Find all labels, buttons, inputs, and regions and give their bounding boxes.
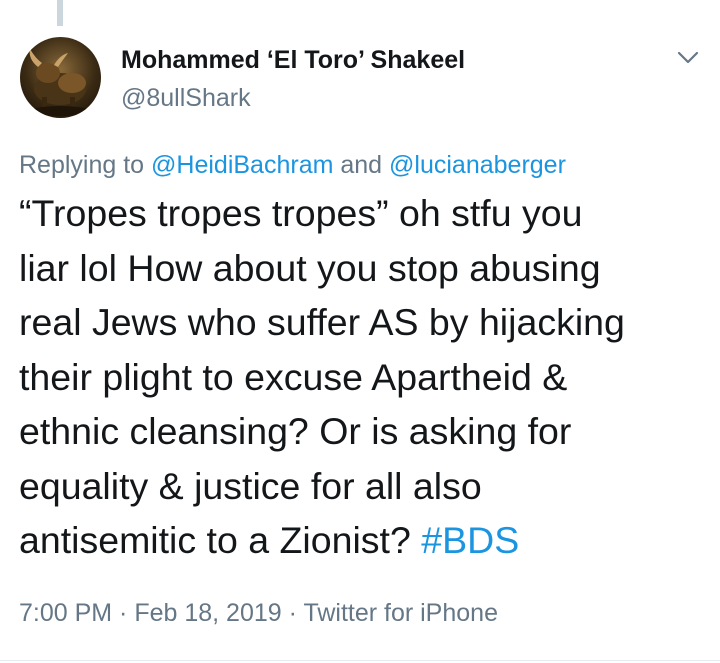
tweet-time: 7:00 PM (19, 599, 113, 627)
replying-to-joiner: and (333, 151, 390, 179)
meta-separator: · (281, 599, 304, 627)
avatar[interactable] (20, 37, 101, 118)
tweet-text-line: ethnic cleansing? Or is asking for (19, 410, 572, 452)
thread-connector-line (57, 0, 63, 26)
mention-link-lucianaberger[interactable]: @lucianaberger (389, 151, 566, 179)
hashtag-link-bds[interactable]: #BDS (421, 519, 519, 561)
tweet-meta: 7:00 PM · Feb 18, 2019 · Twitter for iPh… (19, 599, 498, 628)
bull-avatar-icon (29, 49, 90, 116)
chevron-down-icon[interactable] (676, 48, 700, 68)
display-name[interactable]: Mohammed ‘El Toro’ Shakeel (121, 46, 465, 75)
tweet-text-line: equality & justice for all also (19, 464, 482, 507)
mention-link-heidibachram[interactable]: @HeidiBachram (151, 151, 333, 179)
tweet-text-line: their plight to excuse Apartheid & (19, 355, 568, 398)
meta-separator: · (112, 599, 135, 627)
tweet-text-line-last: antisemitic to a Zionist? #BDS (19, 513, 709, 568)
tweet-text-line: real Jews who suffer AS by hijacking (19, 301, 625, 343)
user-handle[interactable]: @8ullShark (121, 84, 251, 113)
tweet-text-segment: antisemitic to a Zionist? (19, 519, 422, 561)
tweet-text: “Tropes tropes tropes” oh stfu you liar … (19, 186, 709, 568)
tweet-source-link[interactable]: Twitter for iPhone (303, 599, 498, 627)
tweet-text-line: liar lol How about you stop abusing (19, 246, 601, 289)
tweet-date: Feb 18, 2019 (134, 599, 282, 627)
replying-to: Replying to @HeidiBachram and @lucianabe… (19, 151, 566, 180)
tweet-text-line: “Tropes tropes tropes” oh stfu you (19, 192, 583, 234)
replying-to-prefix: Replying to (19, 151, 152, 179)
bottom-divider (0, 660, 720, 661)
